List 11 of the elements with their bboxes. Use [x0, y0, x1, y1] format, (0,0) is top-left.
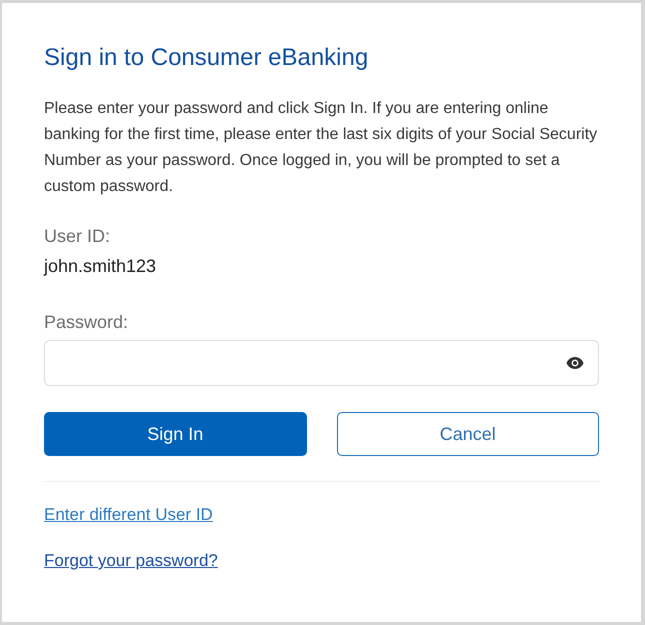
text-link[interactable]: Enter different User ID: [44, 504, 213, 526]
user-id-value: john.smith123: [44, 255, 156, 278]
text-link[interactable]: Forgot your password?: [44, 550, 218, 572]
eye-icon[interactable]: [566, 357, 584, 369]
dialog-title: Sign in to Consumer eBanking: [44, 43, 368, 73]
instructions-text: Please enter your password and click Sign In. If you are entering online banking for the first time, please enter the last six digits of your Social Security Number as your password. Once logged in, you will be prompted to set a custom password.: [44, 99, 598, 197]
cancel-button[interactable]: Cancel: [336, 412, 599, 456]
sign-in-button[interactable]: Sign In: [44, 412, 306, 456]
password-field[interactable]: [44, 340, 599, 386]
password-label: Password:: [44, 311, 128, 334]
user-id-label: User ID:: [44, 225, 110, 248]
